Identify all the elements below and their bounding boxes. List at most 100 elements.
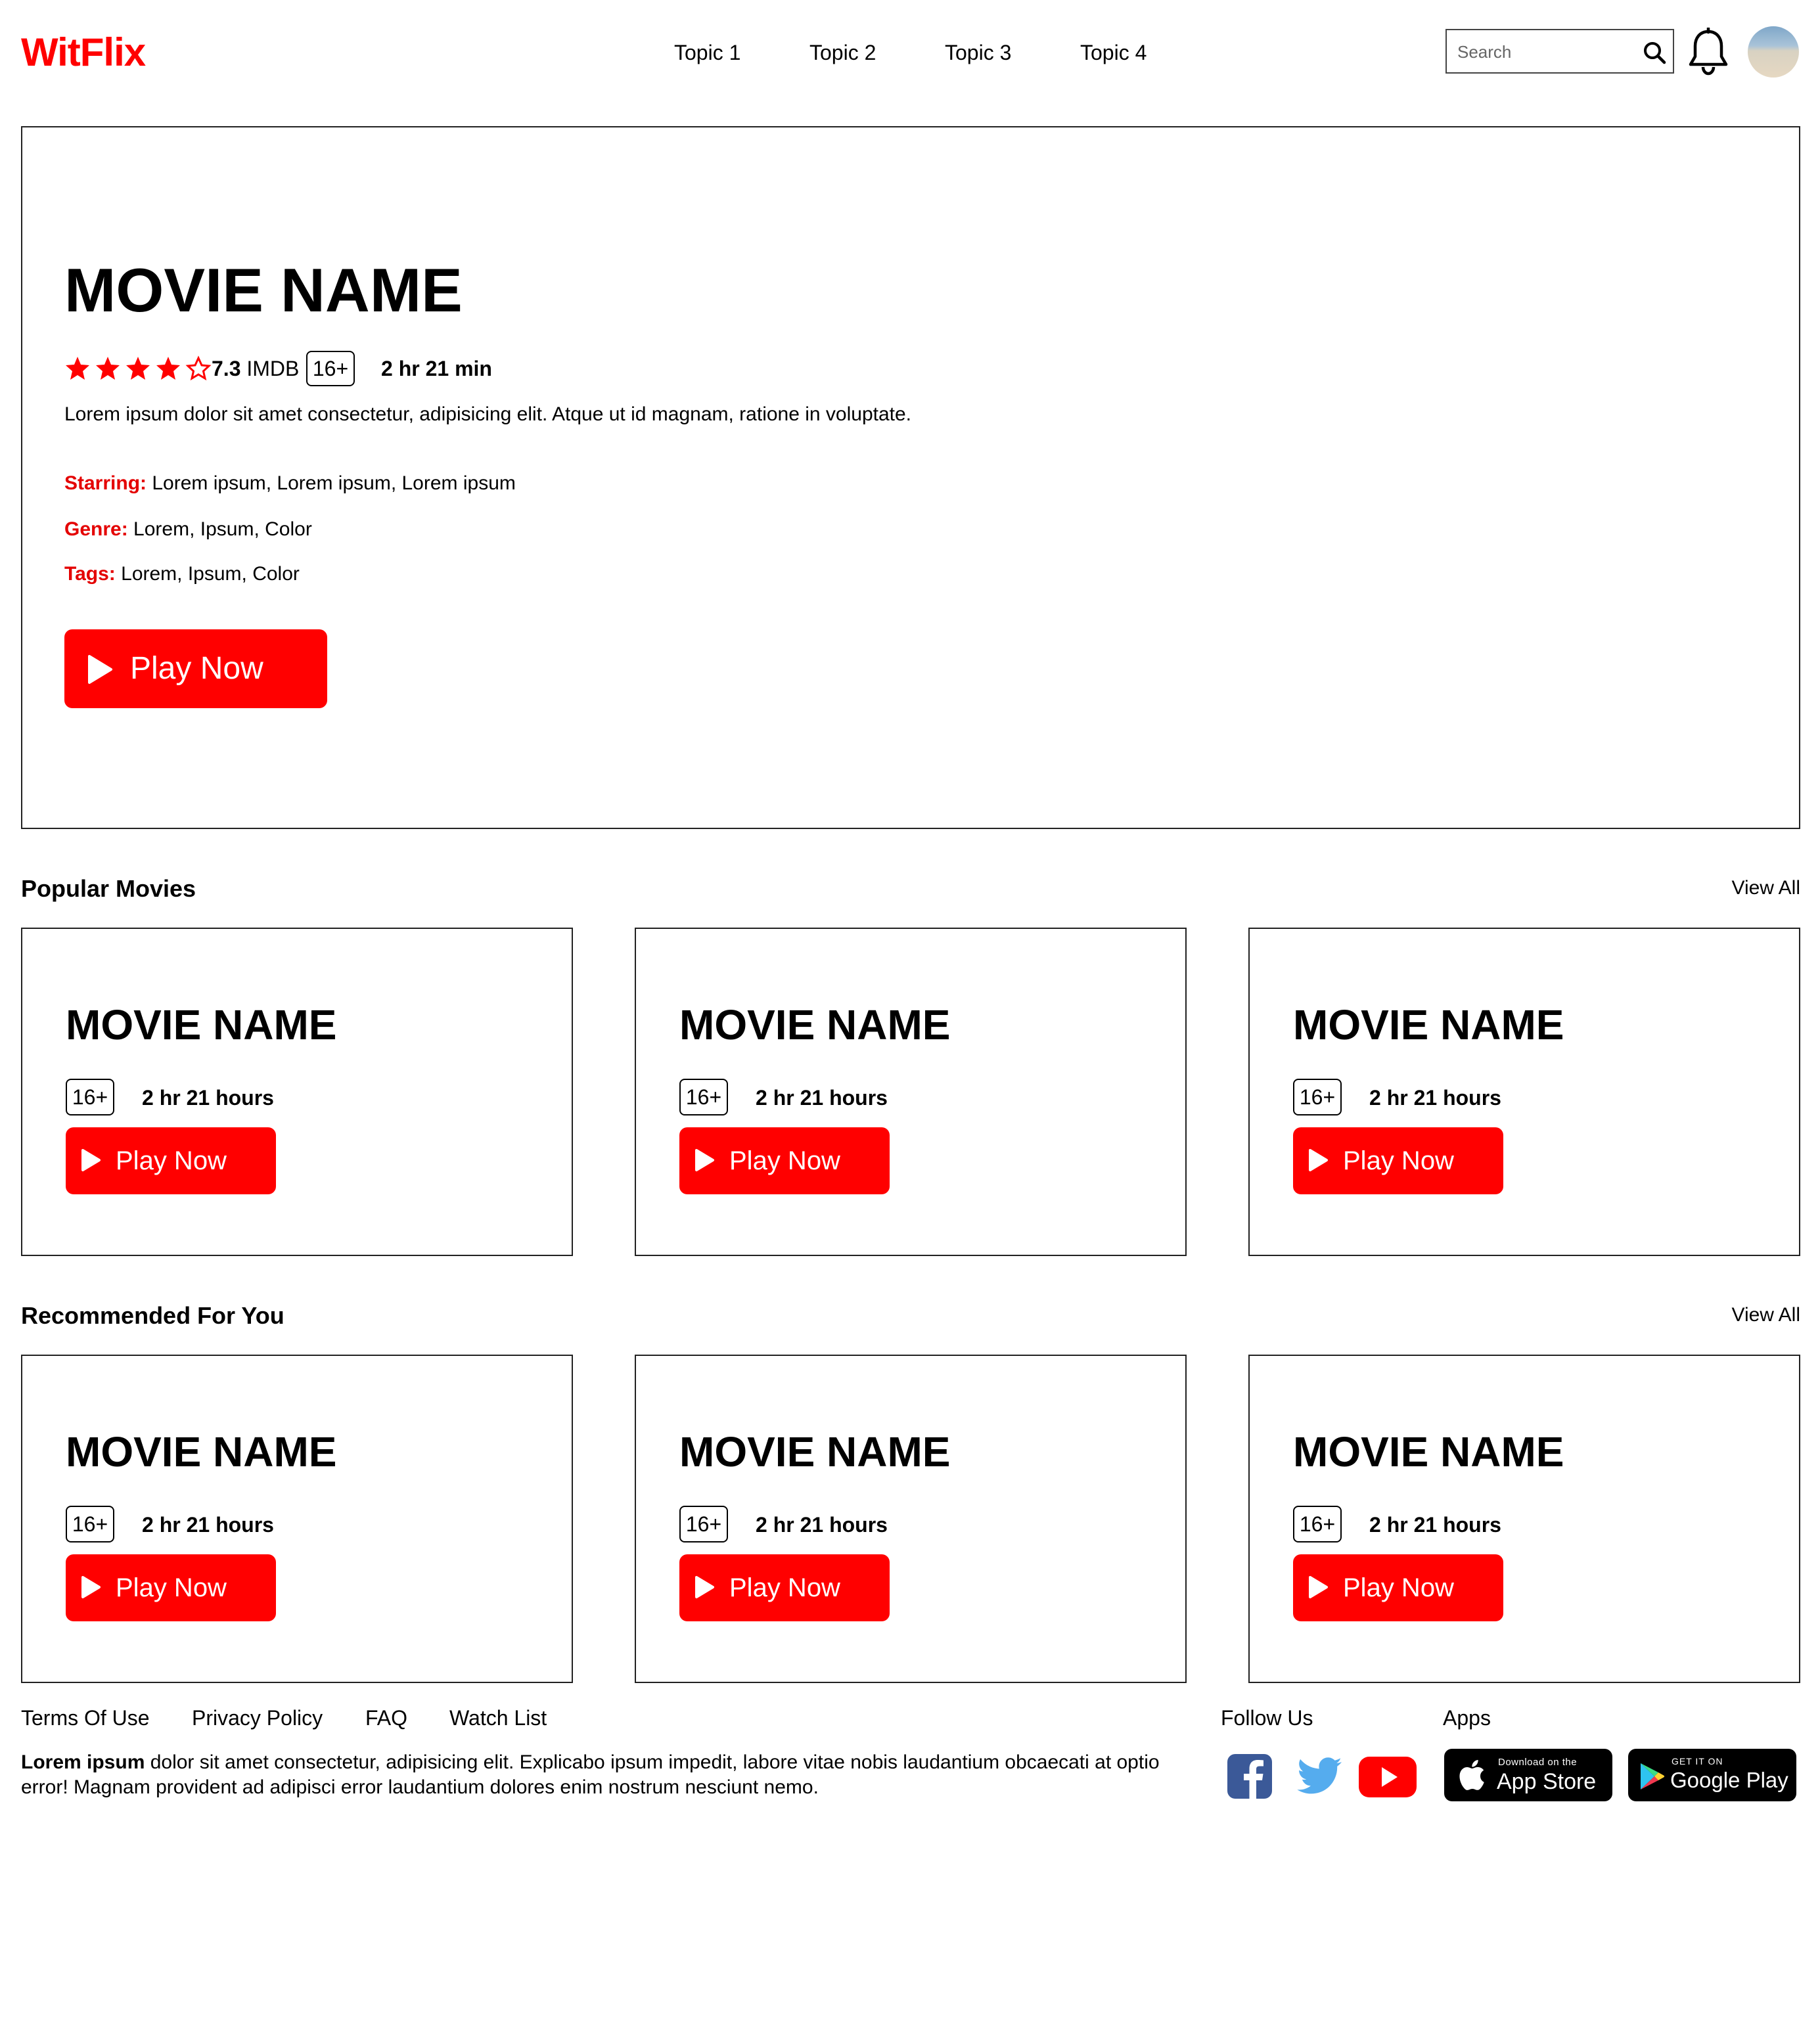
app-store-small-text: Download on the [1498,1757,1578,1768]
youtube-icon[interactable] [1356,1750,1419,1803]
hero-title: MOVIE NAME [64,256,463,325]
movie-card[interactable]: MOVIE NAME 16+ 2 hr 21 hours Play Now [635,1355,1187,1683]
age-rating-badge: 16+ [66,1506,114,1542]
app-store-big-text: App Store [1497,1769,1597,1794]
google-play-small-text: GET IT ON [1672,1756,1723,1767]
movie-card-duration: 2 hr 21 hours [756,1086,888,1110]
play-icon [1309,1149,1328,1171]
apple-icon [1459,1760,1484,1790]
app-store-badge[interactable]: Download on the App Store [1444,1749,1612,1801]
play-label: Play Now [729,1573,840,1602]
play-label: Play Now [116,1573,227,1602]
starring-value: Lorem ipsum, Lorem ipsum, Lorem ipsum [152,472,516,494]
movie-card-duration: 2 hr 21 hours [142,1086,274,1110]
age-rating-badge: 16+ [1293,1506,1342,1542]
play-button[interactable]: Play Now [66,1554,276,1621]
play-button[interactable]: Play Now [679,1127,890,1194]
play-button[interactable]: Play Now [1293,1554,1503,1621]
play-label: Play Now [1343,1146,1454,1175]
hero-description: Lorem ipsum dolor sit amet consectetur, … [64,403,912,425]
movie-card-title: MOVIE NAME [66,1001,337,1048]
movie-card[interactable]: MOVIE NAME 16+ 2 hr 21 hours Play Now [1248,1355,1800,1683]
movie-card-duration: 2 hr 21 hours [1369,1513,1501,1537]
star-outline-icon [185,355,212,381]
google-play-badge[interactable]: GET IT ON Google Play [1628,1749,1796,1801]
imdb-score: 7.3 [212,357,241,380]
footer-text-body: dolor sit amet consectetur, adipisicing … [21,1751,1160,1798]
genre-label: Genre: [64,518,128,540]
movie-card[interactable]: MOVIE NAME 16+ 2 hr 21 hours Play Now [21,1355,573,1683]
star-rating [64,355,212,382]
popular-movies-title: Popular Movies [21,875,196,902]
play-button[interactable]: Play Now [679,1554,890,1621]
footer-text-bold: Lorem ipsum [21,1751,145,1773]
age-rating-badge: 16+ [306,351,355,386]
play-label: Play Now [729,1146,840,1175]
imdb-rating: 7.3 IMDB [212,355,299,382]
tags-label: Tags: [64,563,116,585]
search-icon[interactable] [1641,39,1668,66]
play-icon [88,655,112,684]
movie-card-duration: 2 hr 21 hours [142,1513,274,1537]
footer-link-terms[interactable]: Terms Of Use [21,1704,150,1732]
play-icon [81,1576,101,1598]
footer-link-faq[interactable]: FAQ [365,1704,407,1732]
star-filled-icon [66,357,89,380]
avatar[interactable] [1748,26,1799,78]
twitter-icon[interactable] [1293,1750,1346,1803]
nav-topic-4[interactable]: Topic 4 [1080,37,1147,68]
nav-topic-1[interactable]: Topic 1 [674,37,740,68]
search-box [1445,29,1674,74]
play-label: Play Now [130,651,263,686]
movie-card-title: MOVIE NAME [1293,1428,1564,1475]
recommended-view-all-link[interactable]: View All [1731,1301,1800,1330]
star-filled-icon [96,357,120,380]
recommended-title: Recommended For You [21,1302,284,1329]
imdb-label: IMDB [246,357,300,380]
movie-card[interactable]: MOVIE NAME 16+ 2 hr 21 hours Play Now [635,928,1187,1256]
google-play-icon [1641,1763,1665,1790]
age-rating-badge: 16+ [66,1079,114,1115]
apps-heading: Apps [1443,1706,1491,1730]
play-icon [1309,1576,1328,1598]
hero-duration: 2 hr 21 min [381,357,492,380]
nav-topic-3[interactable]: Topic 3 [945,37,1011,68]
play-icon [81,1149,101,1171]
facebook-icon[interactable] [1225,1750,1277,1803]
bell-icon[interactable] [1687,28,1729,76]
starring-label: Starring: [64,472,147,494]
play-button[interactable]: Play Now [66,1127,276,1194]
movie-card-title: MOVIE NAME [679,1428,951,1475]
google-play-big-text: Google Play [1670,1768,1788,1792]
star-filled-icon [126,357,150,380]
footer-link-privacy[interactable]: Privacy Policy [192,1704,323,1732]
play-label: Play Now [1343,1573,1454,1602]
movie-card-duration: 2 hr 21 hours [1369,1086,1501,1110]
play-button[interactable]: Play Now [1293,1127,1503,1194]
footer-link-watch-list[interactable]: Watch List [449,1704,547,1732]
movie-card[interactable]: MOVIE NAME 16+ 2 hr 21 hours Play Now [21,928,573,1256]
tags-line: Tags: Lorem, Ipsum, Color [64,561,300,587]
play-icon [695,1149,714,1171]
age-rating-badge: 16+ [679,1506,728,1542]
follow-us-heading: Follow Us [1221,1706,1313,1730]
genre-value: Lorem, Ipsum, Color [133,518,312,540]
movie-card-duration: 2 hr 21 hours [756,1513,888,1537]
movie-card-title: MOVIE NAME [66,1428,337,1475]
footer-text: Lorem ipsum dolor sit amet consectetur, … [21,1750,1204,1800]
movie-card-title: MOVIE NAME [1293,1001,1564,1048]
play-icon [695,1576,714,1598]
logo[interactable]: WitFlix [21,26,146,79]
age-rating-badge: 16+ [679,1079,728,1115]
genre-line: Genre: Lorem, Ipsum, Color [64,516,312,543]
tags-value: Lorem, Ipsum, Color [121,563,300,585]
hero-play-button[interactable]: Play Now [64,629,327,708]
movie-card-title: MOVIE NAME [679,1001,951,1048]
play-label: Play Now [116,1146,227,1175]
age-rating-badge: 16+ [1293,1079,1342,1115]
nav-topic-2[interactable]: Topic 2 [809,37,876,68]
movie-card[interactable]: MOVIE NAME 16+ 2 hr 21 hours Play Now [1248,928,1800,1256]
search-input[interactable] [1456,37,1643,67]
popular-view-all-link[interactable]: View All [1731,874,1800,903]
starring-line: Starring: Lorem ipsum, Lorem ipsum, Lore… [64,470,516,497]
